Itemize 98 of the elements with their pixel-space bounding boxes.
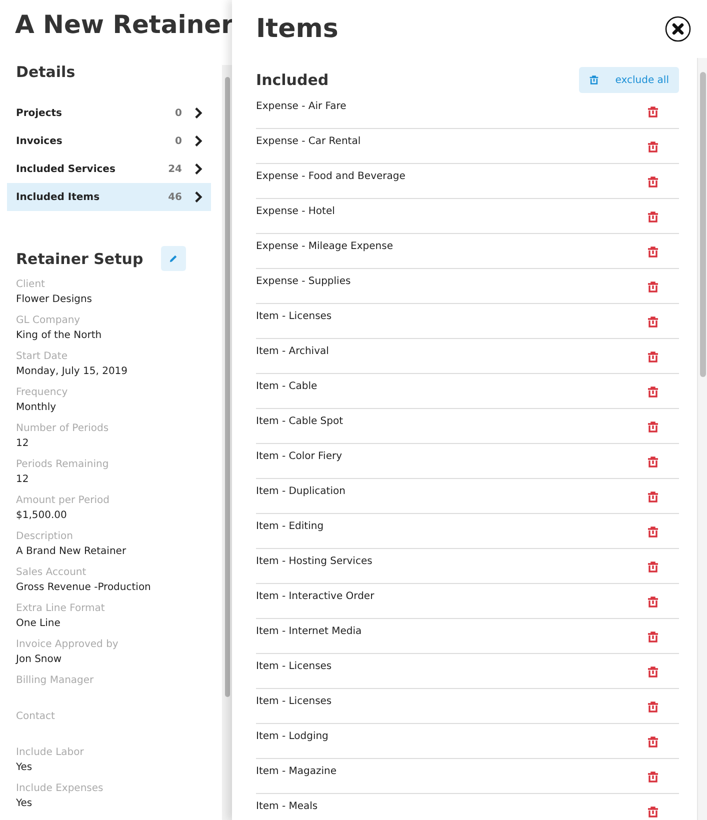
field-value: 12 [16,437,30,451]
field-label: Include Expenses [16,782,104,796]
trash-icon [647,386,659,398]
page-title: A New Retainer [14,9,232,41]
chevron-icon [194,135,203,147]
nav-label: Included Items [16,192,101,202]
pencil-icon [169,254,178,263]
item-name: Item - Archival [256,346,329,357]
field-label: Amount per Period [16,494,110,508]
item-name: Item - Licenses [256,311,332,322]
trash-icon [647,701,659,713]
item-count: 24 [168,164,182,174]
trash-icon [647,106,659,118]
trash-icon [647,351,659,363]
item-name: Item - Licenses [256,661,332,672]
trash-icon [647,246,659,258]
field-value: A Brand New Retainer [16,545,128,559]
item-count: 46 [168,192,182,202]
trash-icon [647,491,659,503]
nav-item[interactable]: Projects 0 [7,99,211,127]
field-value: 12 [16,473,30,487]
field-value: Gross Revenue -Production [16,581,152,595]
item-name: Item - Meals [256,801,318,812]
field-label: Number of Periods [16,422,110,436]
section-heading: Retainer Setup [16,250,144,268]
field-label: Billing Manager [16,674,95,688]
trash-icon [647,631,659,643]
item-name: Item - Interactive Order [256,591,374,602]
trash-icon [647,456,659,468]
scrollbar[interactable] [222,65,232,820]
item-name: Item - Cable [256,381,318,392]
field-value: Flower Designs [16,293,94,307]
item-name: Item - Cable Spot [256,416,344,427]
trash-icon [647,281,659,293]
field-label: Start Date [16,350,69,364]
field-value: One Line [16,617,62,631]
edit-button[interactable] [161,246,186,271]
trash-icon [647,666,659,678]
nav-label: Projects [16,108,64,118]
item-name: Item - Editing [256,521,324,532]
field-value: King of the North [16,329,103,343]
field-label: Include Labor [16,746,85,760]
field-value: Monday, July 15, 2019 [16,365,129,379]
trash-icon [647,561,659,573]
trash-icon [647,736,659,748]
chevron-icon [194,107,203,119]
field-label: GL Company [16,314,82,328]
item-name: Item - Internet Media [256,626,362,637]
nav-label: Included Services [16,164,116,174]
item-name: Item - Licenses [256,696,332,707]
chevron-icon [194,163,203,175]
field-label: Invoice Approved by [16,638,120,652]
field-value: $1,500.00 [16,509,68,523]
trash-icon [647,421,659,433]
scrollbar[interactable] [697,58,707,820]
trash-icon [647,316,659,328]
field-value: Yes [16,761,34,775]
trash-icon [589,75,600,85]
item-name: Expense - Car Rental [256,136,361,147]
panel-title: Items [256,14,338,44]
nav-label: Invoices [16,136,64,146]
item-name: Expense - Food and Beverage [256,171,406,182]
field-value: Yes [16,797,34,811]
item-name: Item - Duplication [256,486,346,497]
item-count: 0 [175,136,182,146]
section-heading: Included [256,71,329,89]
trash-icon [647,526,659,538]
field-label: Sales Account [16,566,88,580]
trash-icon [647,596,659,608]
chevron-icon [194,191,203,203]
field-label: Contact [16,710,56,724]
item-name: Item - Hosting Services [256,556,372,567]
trash-icon [647,141,659,153]
section-heading: Details [15,63,76,81]
nav-item[interactable]: Included Services 24 [7,155,211,183]
close-icon [665,16,691,42]
item-name: Item - Lodging [256,731,328,742]
trash-icon [647,806,659,818]
trash-icon [647,211,659,223]
nav-item[interactable]: Included Items 46 [7,183,211,211]
field-label: Description [16,530,74,544]
nav-item[interactable]: Invoices 0 [7,127,211,155]
field-value: Monthly [16,401,58,415]
item-count: 0 [175,108,182,118]
field-label: Extra Line Format [16,602,106,616]
item-name: Item - Color Fiery [256,451,342,462]
field-label: Client [16,278,46,292]
field-label: Periods Remaining [16,458,110,472]
item-name: Expense - Air Fare [256,101,346,112]
item-name: Expense - Mileage Expense [256,241,393,252]
field-value: Jon Snow [16,653,63,667]
item-name: Item - Magazine [256,766,336,777]
trash-icon [647,176,659,188]
item-name: Expense - Supplies [256,276,351,287]
close-button[interactable] [665,16,691,42]
field-label: Frequency [16,386,69,400]
item-name: Expense - Hotel [256,206,335,217]
trash-icon [647,771,659,783]
